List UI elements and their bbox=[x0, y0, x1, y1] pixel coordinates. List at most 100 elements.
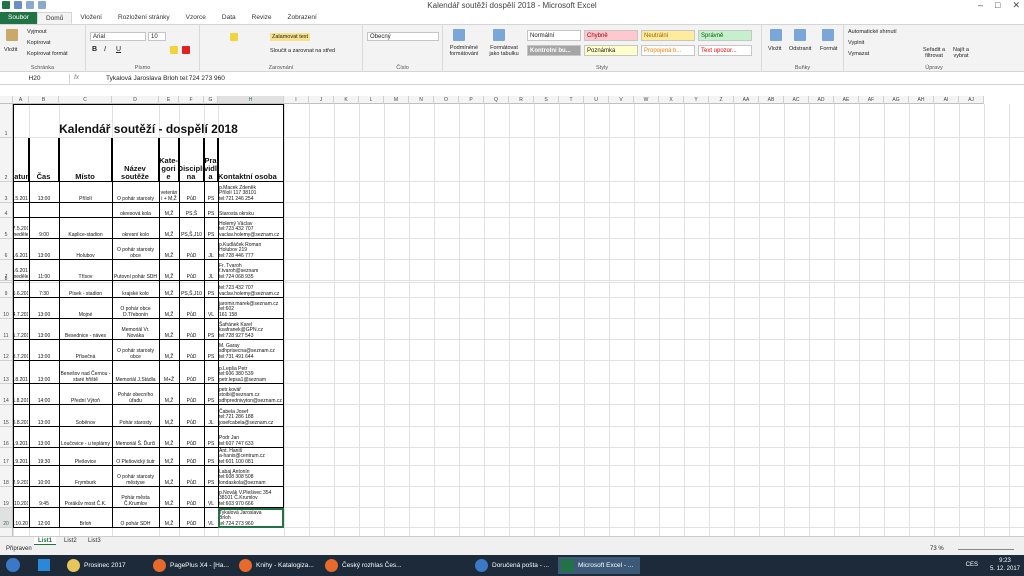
taskbar-pageplus[interactable]: PagePlus X4 - [Ha... bbox=[150, 557, 230, 574]
language-indicator[interactable]: CES bbox=[966, 561, 978, 569]
table-cell[interactable]: 3.6.2018 neděle bbox=[14, 260, 28, 281]
table-cell[interactable]: 13:00 bbox=[30, 405, 58, 427]
style-good[interactable]: Správně bbox=[698, 30, 752, 41]
start-button[interactable] bbox=[6, 558, 20, 572]
close-button[interactable]: ✕ bbox=[1012, 0, 1020, 11]
cut-button[interactable]: Vyjmout bbox=[27, 29, 47, 35]
table-cell[interactable]: 8.9.2018 bbox=[14, 427, 28, 448]
table-cell[interactable]: 13:00 bbox=[30, 319, 58, 340]
taskbar-folder[interactable]: Prosinec 2017 bbox=[64, 557, 144, 574]
table-cell[interactable]: Přední Výtoň bbox=[60, 384, 111, 405]
table-cell[interactable]: Holubov bbox=[60, 239, 111, 260]
table-cell[interactable]: PS bbox=[205, 218, 217, 239]
table-cell[interactable]: PS bbox=[205, 340, 217, 361]
table-cell[interactable]: Fr. Tvaroh f.tvaroh@seznam tel:724 068 9… bbox=[219, 260, 283, 281]
table-cell[interactable]: jaromir.marek@seznam.cz tel:602 161 158 bbox=[219, 298, 283, 319]
fill-button[interactable]: Vyplnit bbox=[848, 40, 864, 46]
column-header[interactable]: E bbox=[159, 96, 179, 104]
table-cell[interactable]: PS,Š bbox=[180, 203, 203, 218]
table-cell[interactable]: 25.8.2018 bbox=[14, 405, 28, 427]
column-header[interactable]: Z bbox=[709, 96, 734, 104]
table-cell[interactable]: O pohár starosty obce bbox=[113, 239, 158, 260]
italic-button[interactable]: I bbox=[104, 46, 106, 53]
table-cell[interactable]: M,Ž bbox=[160, 203, 178, 218]
table-cell[interactable]: 14.7.2018 bbox=[14, 298, 28, 319]
table-cell[interactable]: PS bbox=[205, 427, 217, 448]
table-cell[interactable]: 20.10.2018 bbox=[14, 508, 28, 528]
table-cell[interactable]: 27.5.2018 neděle bbox=[14, 218, 28, 239]
formula-input[interactable]: Tykalová Jaroslava Brloh tel:724 273 960 bbox=[106, 74, 225, 84]
column-header[interactable]: H bbox=[218, 96, 284, 104]
row-header[interactable]: 12 bbox=[0, 340, 13, 361]
table-cell[interactable] bbox=[30, 203, 58, 218]
table-cell[interactable]: M,Ž bbox=[160, 340, 178, 361]
row-header[interactable]: 13 bbox=[0, 361, 13, 384]
table-cell[interactable]: PůD bbox=[180, 508, 203, 528]
table-cell[interactable]: Porákův most Č.K. bbox=[60, 487, 111, 508]
table-cell[interactable]: PS,Š,J10 bbox=[180, 283, 203, 298]
column-header[interactable]: M bbox=[384, 96, 409, 104]
tab-page-layout[interactable]: Rozložení stránky bbox=[110, 12, 178, 24]
row-header[interactable]: 2 bbox=[0, 138, 13, 182]
bold-button[interactable]: B bbox=[92, 46, 97, 53]
format-cells-button[interactable]: Formát bbox=[820, 46, 837, 52]
table-cell[interactable]: Loučovice - u teplárny bbox=[60, 427, 111, 448]
format-painter-button[interactable]: Kopírovat formát bbox=[27, 51, 68, 57]
column-heading-cell[interactable]: Čas bbox=[29, 138, 59, 182]
table-cell[interactable]: 9:45 bbox=[30, 487, 58, 508]
row-header[interactable]: 3 bbox=[0, 182, 13, 203]
fill-color-icon[interactable] bbox=[170, 46, 178, 54]
table-cell[interactable]: 5.5.2018 bbox=[14, 182, 28, 203]
table-cell[interactable]: M,Ž bbox=[160, 384, 178, 405]
column-header[interactable]: T bbox=[559, 96, 584, 104]
table-cell[interactable]: M,Ž bbox=[160, 508, 178, 528]
table-cell[interactable]: Brloh bbox=[60, 508, 111, 528]
column-header[interactable]: AH bbox=[909, 96, 934, 104]
minimize-button[interactable]: – bbox=[978, 0, 983, 11]
clear-button[interactable]: Vymazat bbox=[848, 51, 869, 57]
table-cell[interactable]: 8.9.2018 bbox=[14, 448, 28, 466]
style-linked-cell[interactable]: Propojená b... bbox=[641, 45, 695, 56]
column-header[interactable]: AD bbox=[809, 96, 834, 104]
column-heading-cell[interactable]: Pra vidl a bbox=[204, 138, 218, 182]
table-cell[interactable]: 4.8.2018 bbox=[14, 361, 28, 384]
table-cell[interactable]: Podr Jan tel:607 747 633 bbox=[219, 427, 283, 448]
table-cell[interactable]: M,Ž bbox=[160, 487, 178, 508]
maximize-button[interactable]: □ bbox=[995, 0, 1000, 11]
table-cell[interactable]: 16.6.2018 bbox=[14, 283, 28, 298]
column-header[interactable]: Q bbox=[484, 96, 509, 104]
table-cell[interactable]: 9:00 bbox=[30, 218, 58, 239]
table-cell[interactable]: M. Garay sdhprisecna@seznam.cz tel:731 4… bbox=[219, 340, 283, 361]
column-header[interactable]: AJ bbox=[959, 96, 984, 104]
table-cell[interactable]: PůD bbox=[180, 466, 203, 487]
select-all-corner[interactable] bbox=[0, 96, 13, 104]
table-cell[interactable]: M,Ž bbox=[160, 239, 178, 260]
table-cell[interactable]: O pohár obce D.Třebonín bbox=[113, 298, 158, 319]
table-cell[interactable]: JL bbox=[205, 239, 217, 260]
row-header[interactable]: 19 bbox=[0, 487, 13, 508]
table-cell[interactable]: PS bbox=[205, 448, 217, 466]
tab-home[interactable]: Domů bbox=[36, 12, 73, 24]
ie-icon[interactable] bbox=[38, 559, 50, 571]
table-cell[interactable]: O pohár SDH bbox=[113, 508, 158, 528]
align-middle-icon[interactable] bbox=[230, 33, 238, 41]
style-bad[interactable]: Chybně bbox=[584, 30, 638, 41]
font-size-select[interactable]: 10 bbox=[148, 32, 166, 41]
column-header[interactable]: F bbox=[179, 96, 204, 104]
underline-button[interactable]: U bbox=[116, 46, 121, 53]
row-header[interactable]: 6 bbox=[0, 239, 13, 260]
column-heading-cell[interactable]: Disciplí na bbox=[179, 138, 204, 182]
table-cell[interactable]: 2.6.2018 bbox=[14, 239, 28, 260]
row-header[interactable]: 11 bbox=[0, 319, 13, 340]
wrap-text-button[interactable]: Zalamovat text bbox=[270, 33, 311, 41]
column-heading-cell[interactable]: Kate-gori e bbox=[159, 138, 179, 182]
style-note[interactable]: Poznámka bbox=[584, 45, 638, 56]
column-header[interactable]: V bbox=[609, 96, 634, 104]
table-cell[interactable]: Benešov nad Černou - staré hřiště bbox=[60, 361, 111, 384]
name-box[interactable]: H20 bbox=[0, 74, 70, 84]
fx-icon[interactable]: fx bbox=[74, 74, 79, 81]
table-cell[interactable]: p.Macek Zdeněk Přílolí 117 38101 tel:721… bbox=[219, 182, 283, 203]
table-cell[interactable]: Čabela Josef tel:721 286 188 josefcabela… bbox=[219, 405, 283, 427]
table-cell[interactable]: VL bbox=[205, 298, 217, 319]
column-header[interactable]: N bbox=[409, 96, 434, 104]
